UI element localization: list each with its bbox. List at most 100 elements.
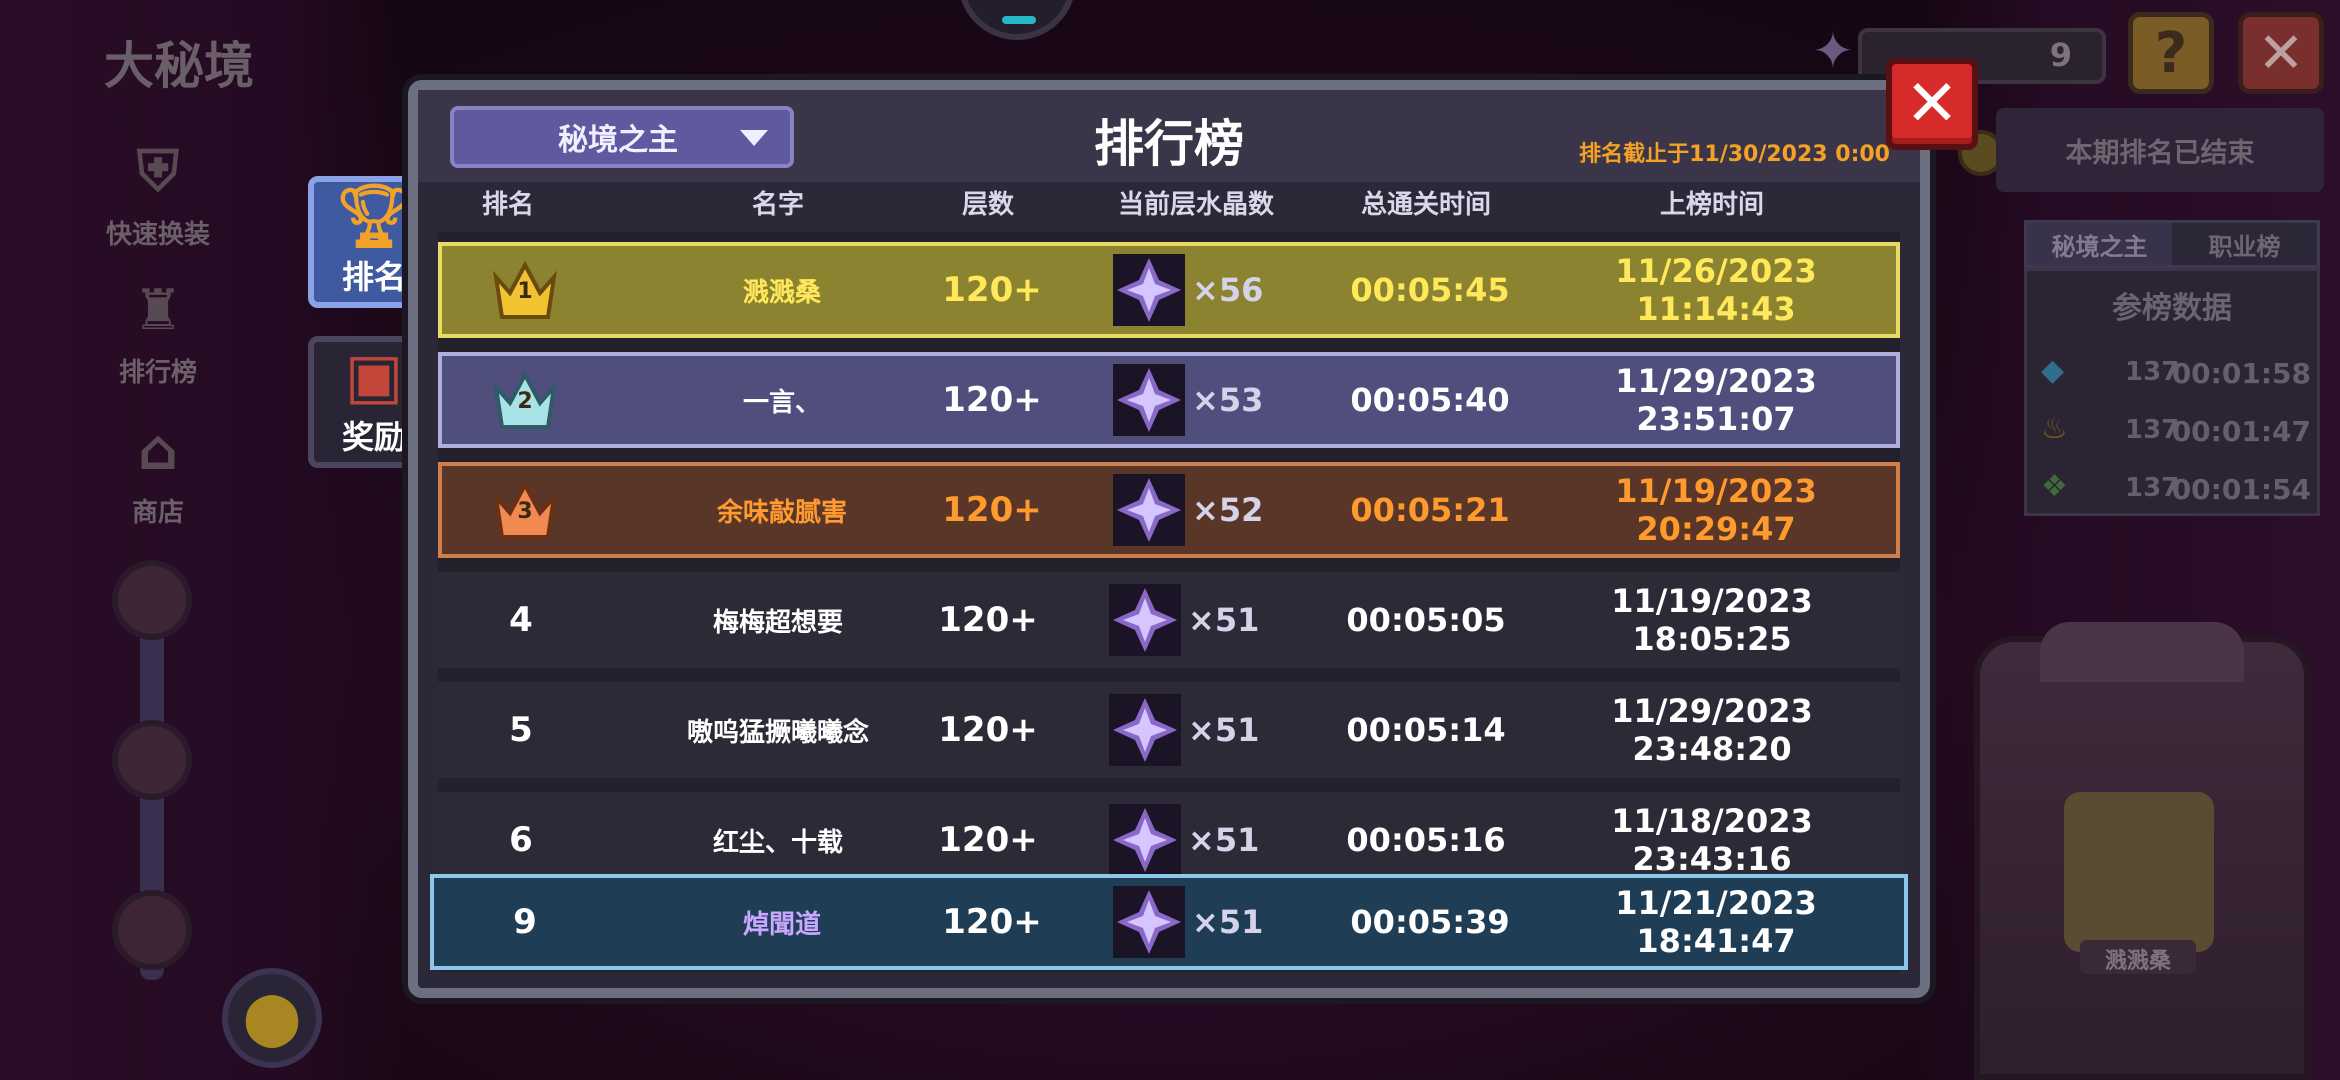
self-rank-row[interactable]: 9 焯聞道 120+ ×51 00:05:39 11/21/2023 18:41… [430,874,1908,970]
rank-number: 5 [509,710,533,750]
crystal-count: ×53 [1192,381,1264,419]
crystal-icon [1106,682,1184,778]
col-floor: 层数 [961,190,1014,220]
table-row[interactable]: 4 梅梅超想要 120+ ×51 00:05:05 11/19/2023 18:… [438,572,1900,668]
player-name: 余味敲腻害 [716,497,847,528]
rank-number: 2 [517,389,533,414]
trophy-icon: ♜ [132,277,184,343]
tab-realm-lord[interactable]: 秘境之主 [2027,223,2172,265]
stats-panel-title: 参榜数据 [2112,291,2232,326]
shop-button[interactable]: ⌂ 商店 [88,412,228,529]
stats-row: ♨ 137 00:01:47 [2041,409,2311,449]
total-time: 00:05:14 [1346,711,1506,749]
rank-number: 3 [517,499,533,524]
stats-time: 00:01:47 [2171,415,2311,448]
table-row[interactable]: 3 余味敲腻害 120+ ×52 00:05:21 11/19/2023 20:… [438,462,1900,558]
total-time: 00:05:40 [1350,381,1510,419]
leaderboard-button[interactable]: ♜ 排行榜 [88,272,228,389]
total-time: 00:05:05 [1346,601,1506,639]
tab-class-board[interactable]: 职业榜 [2172,223,2317,265]
stats-panel: 参榜数据 ◆ 137 00:01:58 ♨ 137 00:01:47 ❖ 137… [2024,268,2320,516]
floor-value: 120+ [938,600,1038,640]
record-date: 11/21/2023 18:41:47 [1615,884,1817,960]
col-crystals: 当前层水晶数 [1117,190,1274,220]
player-name: 一言、 [742,387,821,418]
shop-icon: ⌂ [137,417,179,483]
player-name: 嗷呜猛撅曦曦念 [686,717,869,748]
help-button[interactable]: ? [2128,12,2214,94]
col-name: 名字 [751,190,804,220]
quick-change-button[interactable]: ⛨ 快速换装 [88,134,228,251]
silver-crown-icon: 2 [490,369,560,431]
floor-value: 120+ [942,380,1042,420]
quick-change-label: 快速换装 [105,220,210,250]
path-node [112,720,192,800]
col-date: 上榜时间 [1659,190,1764,220]
crystal-icon [1110,878,1188,966]
player-name: 溅溅桑 [742,277,821,308]
record-date: 11/19/2023 20:29:47 [1615,472,1817,548]
close-button[interactable]: ✕ [1886,58,1978,150]
treasure-chest-icon: ▣ [344,339,404,412]
ranking-list: 1 溅溅桑 120+ ×56 00:05:45 11/26/2023 11:14… [430,232,1908,972]
crystal-count: ×56 [1192,271,1264,309]
champion-statue [1974,622,2310,1080]
orange-flame-icon: ♨ [2041,411,2068,446]
leaderboard-panel: 秘境之主 排行榜 排名截止于11/30/2023 0:00 排名 名字 层数 当… [408,80,1930,998]
robot-icon [958,0,1076,40]
floor-value: 120+ [942,490,1042,530]
total-time: 00:05:45 [1350,271,1510,309]
hero-sprite [2064,792,2214,952]
total-time: 00:05:21 [1350,491,1510,529]
scene-title: 大秘境 [104,37,254,95]
table-row[interactable]: 2 一言、 120+ ×53 00:05:40 11/29/2023 23:51… [438,352,1900,448]
shop-label: 商店 [131,498,184,528]
exit-button[interactable]: ✕ [2238,12,2324,94]
tab-rewards-label: 奖励 [341,418,406,456]
table-row[interactable]: 5 嗷呜猛撅曦曦念 120+ ×51 00:05:14 11/29/2023 2… [438,682,1900,778]
rank-cell: 3 [470,466,580,554]
rank-cell: 2 [470,356,580,444]
crystal-count: ×51 [1188,711,1260,749]
crystal-icon: ✦ [1812,22,1854,80]
stats-row: ◆ 137 00:01:58 [2041,351,2311,391]
record-date: 11/29/2023 23:51:07 [1615,362,1817,438]
crystal-icon [1110,356,1188,444]
floor-value: 120+ [942,902,1042,942]
col-rank: 排名 [481,190,534,220]
table-row[interactable]: 1 溅溅桑 120+ ×56 00:05:45 11/26/2023 11:14… [438,242,1900,338]
armor-icon: ⛨ [137,139,179,204]
crystal-icon [1110,466,1188,554]
tab-ranking-label: 排名 [341,258,406,296]
crystal-count: ×51 [1188,601,1260,639]
record-date: 11/29/2023 23:48:20 [1611,692,1813,768]
floor-value: 120+ [942,270,1042,310]
side-tabs: 秘境之主 职业榜 [2024,220,2320,268]
trophy-icon: 🏆︎ [334,179,414,252]
total-time: 00:05:39 [1350,903,1510,941]
period-status: 本期排名已结束 [1996,108,2324,192]
leaderboard-label: 排行榜 [118,358,197,388]
record-date: 11/19/2023 18:05:25 [1611,582,1813,658]
path-node [112,560,192,640]
blue-crystal-icon: ◆ [2041,353,2065,388]
rank-cell: 1 [470,246,580,334]
player-name: 焯聞道 [742,909,821,940]
rank-number: 4 [509,600,533,640]
stats-row: ❖ 137 00:01:54 [2041,467,2311,507]
path-node [112,890,192,970]
floor-value: 120+ [938,710,1038,750]
statue-name: 溅溅桑 [2080,940,2196,974]
ranking-deadline: 排名截止于11/30/2023 0:00 [1579,142,1890,167]
rank-number: 1 [517,279,533,304]
location-pin-icon[interactable]: ⬤ [222,968,322,1068]
player-name: 梅梅超想要 [712,607,843,638]
stats-time: 00:01:54 [2171,473,2311,506]
bronze-crown-icon: 3 [490,479,560,541]
gold-crown-icon: 1 [490,259,560,321]
stats-time: 00:01:58 [2171,357,2311,390]
crystal-icon [1106,572,1184,668]
record-date: 11/26/2023 11:14:43 [1615,252,1817,328]
crystal-icon [1110,246,1188,334]
crystal-count: ×52 [1192,491,1264,529]
